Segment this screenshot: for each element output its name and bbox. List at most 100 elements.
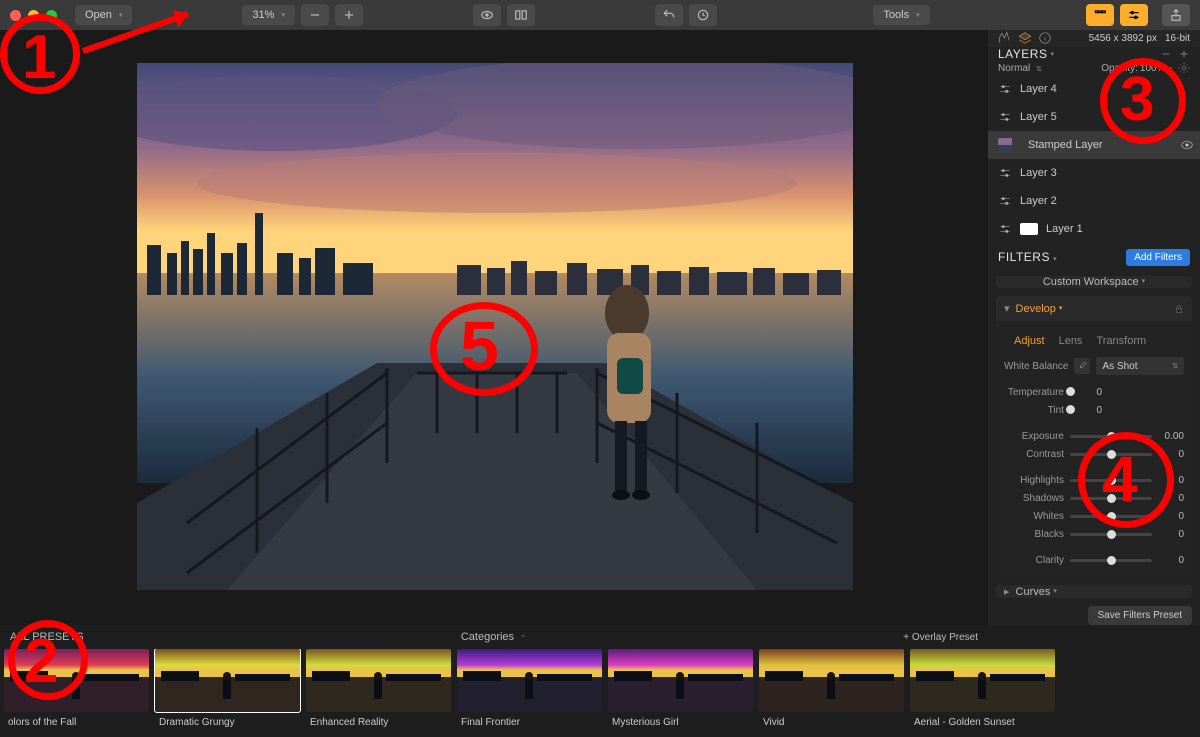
presets-mode-button[interactable]	[1086, 4, 1114, 26]
add-filters-button[interactable]: Add Filters	[1126, 249, 1190, 266]
sliders-icon	[998, 110, 1012, 124]
close-window-button[interactable]	[10, 10, 21, 21]
workspace-select[interactable]: Custom Workspace▾	[996, 276, 1192, 288]
slider-tint[interactable]: Tint 0	[1004, 401, 1184, 419]
slider-temperature[interactable]: Temperature 0	[1004, 383, 1184, 401]
canvas-area[interactable]	[0, 30, 988, 625]
info-icon[interactable]	[1038, 31, 1052, 45]
chevron-down-icon: ▾	[119, 12, 123, 19]
undo-button[interactable]	[655, 4, 683, 26]
layer-name: Layer 2	[1020, 195, 1057, 207]
visibility-icon[interactable]	[1180, 138, 1194, 152]
curves-title: Curves	[1016, 586, 1051, 598]
slider-label: Exposure	[1004, 431, 1064, 442]
preset-item[interactable]: Dramatic Grungy	[155, 649, 300, 737]
develop-tabs: Adjust Lens Transform	[1014, 335, 1180, 347]
opacity-value[interactable]: 100%▾	[1140, 63, 1172, 74]
compare-view-button[interactable]	[507, 4, 535, 26]
window-controls	[10, 10, 57, 21]
preset-label: Aerial - Golden Sunset	[910, 715, 1055, 730]
filters-title[interactable]: FILTERS▾	[998, 250, 1057, 264]
zoom-out-button[interactable]	[301, 4, 329, 26]
preset-label: Mysterious Girl	[608, 715, 753, 730]
layers-header[interactable]: LAYERS ▾	[988, 47, 1200, 63]
presets-title[interactable]: ALL PRESETS	[10, 631, 84, 643]
save-filters-preset-button[interactable]: Save Filters Preset	[1088, 606, 1192, 625]
layer-row[interactable]: Stamped Layer	[988, 131, 1200, 159]
open-menu[interactable]: Open ▾	[75, 5, 132, 25]
adjust-mode-button[interactable]	[1120, 4, 1148, 26]
filters-header: FILTERS▾ Add Filters	[988, 243, 1200, 272]
tools-menu[interactable]: Tools ▾	[873, 5, 929, 25]
preset-item[interactable]: Mysterious Girl	[608, 649, 753, 737]
layers-icon[interactable]	[1018, 31, 1032, 45]
preset-item[interactable]: Aerial - Golden Sunset	[910, 649, 1055, 737]
slider-track[interactable]	[1070, 559, 1152, 562]
overlay-preset-button[interactable]: + Overlay Preset	[903, 632, 978, 643]
white-balance-row: White Balance As Shot ⇅	[1004, 357, 1184, 375]
preset-thumb	[759, 649, 904, 712]
layer-blend-controls: Normal ⇅ Opacity: 100%▾	[988, 62, 1200, 74]
preset-item[interactable]: Enhanced Reality	[306, 649, 451, 737]
slider-clarity[interactable]: Clarity 0	[1004, 551, 1184, 569]
slider-value: 0	[1158, 449, 1184, 460]
slider-value: 0	[1158, 529, 1184, 540]
slider-exposure[interactable]: Exposure 0.00	[1004, 427, 1184, 445]
categories-button[interactable]: Categories ⌃	[461, 631, 526, 643]
open-label: Open	[85, 9, 112, 21]
develop-panel: Adjust Lens Transform White Balance As S…	[996, 321, 1192, 579]
slider-track[interactable]	[1070, 479, 1152, 482]
minus-icon[interactable]	[1160, 48, 1172, 60]
tab-lens[interactable]: Lens	[1059, 335, 1083, 347]
layer-mask-icon	[1020, 223, 1038, 235]
preset-item[interactable]: Vivid	[759, 649, 904, 737]
photo-canvas	[137, 63, 853, 590]
slider-highlights[interactable]: Highlights 0	[1004, 471, 1184, 489]
tab-adjust[interactable]: Adjust	[1014, 335, 1045, 347]
zoom-in-button[interactable]	[335, 4, 363, 26]
plus-icon[interactable]	[1178, 48, 1190, 60]
layer-row[interactable]: Layer 4	[988, 75, 1200, 103]
slider-track[interactable]	[1070, 453, 1152, 456]
share-button[interactable]	[1162, 4, 1190, 26]
slider-track[interactable]	[1070, 533, 1152, 536]
layer-row[interactable]: Layer 3	[988, 159, 1200, 187]
gear-icon[interactable]	[1178, 62, 1190, 74]
minimize-window-button[interactable]	[28, 10, 39, 21]
slider-value: 0	[1158, 555, 1184, 566]
image-dimensions: 5456 x 3892 px	[1089, 33, 1157, 44]
slider-shadows[interactable]: Shadows 0	[1004, 489, 1184, 507]
lock-icon[interactable]	[1174, 304, 1184, 314]
slider-track[interactable]	[1070, 435, 1152, 438]
history-button[interactable]	[689, 4, 717, 26]
presets-filmstrip: ALL PRESETS Categories ⌃ + Overlay Prese…	[0, 625, 1200, 737]
preset-thumb	[4, 649, 149, 712]
histogram-icon[interactable]	[998, 31, 1012, 45]
maximize-window-button[interactable]	[46, 10, 57, 21]
layer-row[interactable]: Layer 5	[988, 103, 1200, 131]
slider-track[interactable]	[1070, 497, 1152, 500]
layer-row[interactable]: Layer 1	[988, 215, 1200, 243]
slider-label: Contrast	[1004, 449, 1064, 460]
sliders-icon	[998, 222, 1012, 236]
preset-item[interactable]: olors of the Fall	[4, 649, 149, 737]
curves-header[interactable]: ▸ Curves▾	[996, 585, 1192, 598]
slider-whites[interactable]: Whites 0	[1004, 507, 1184, 525]
slider-value: 0	[1076, 405, 1102, 416]
preview-toggle-button[interactable]	[473, 4, 501, 26]
develop-title: Develop	[1016, 303, 1056, 315]
tab-transform[interactable]: Transform	[1096, 335, 1146, 347]
zoom-level[interactable]: 31% ▾	[242, 5, 295, 25]
preset-item[interactable]: Final Frontier	[457, 649, 602, 737]
slider-contrast[interactable]: Contrast 0	[1004, 445, 1184, 463]
blend-mode-select[interactable]: Normal ⇅	[998, 63, 1042, 74]
develop-header[interactable]: ▾ Develop▾	[996, 296, 1192, 321]
slider-track[interactable]	[1070, 515, 1152, 518]
layer-row[interactable]: Layer 2	[988, 187, 1200, 215]
preset-thumb	[155, 649, 300, 712]
slider-value: 0.00	[1158, 431, 1184, 442]
white-balance-select[interactable]: As Shot ⇅	[1096, 357, 1184, 375]
eyedropper-button[interactable]	[1074, 358, 1090, 374]
layer-list: Layer 4Layer 5 Stamped LayerLayer 3 Layer…	[988, 75, 1200, 243]
slider-blacks[interactable]: Blacks 0	[1004, 525, 1184, 543]
